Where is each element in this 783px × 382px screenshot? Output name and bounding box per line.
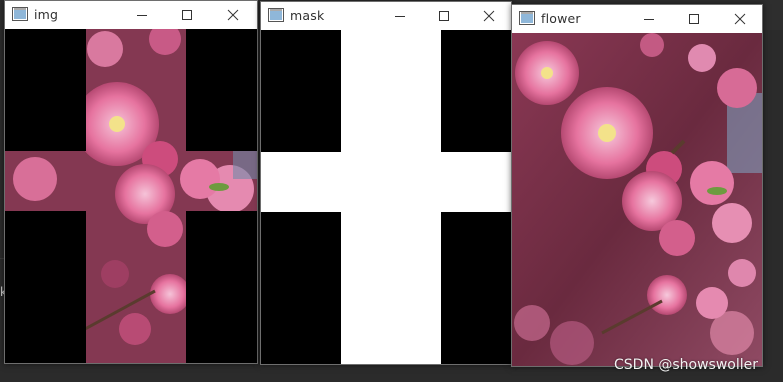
minimize-button[interactable] bbox=[130, 5, 154, 25]
app-image-icon bbox=[519, 11, 535, 25]
image-canvas bbox=[5, 29, 257, 363]
window-title: flower bbox=[541, 11, 581, 26]
masked-flower-image bbox=[5, 29, 257, 363]
minimize-icon bbox=[137, 15, 147, 16]
app-image-icon bbox=[12, 7, 28, 21]
watermark-text: CSDN @showswoller bbox=[614, 357, 759, 373]
image-canvas bbox=[512, 33, 762, 366]
window-title: img bbox=[34, 7, 59, 22]
close-icon bbox=[227, 9, 239, 21]
window-titlebar[interactable]: flower bbox=[512, 5, 762, 33]
minimize-button[interactable] bbox=[388, 6, 412, 26]
maximize-button[interactable] bbox=[432, 6, 456, 26]
flower-photo bbox=[512, 33, 762, 366]
maximize-button[interactable] bbox=[682, 9, 706, 29]
maximize-icon bbox=[182, 10, 192, 20]
minimize-button[interactable] bbox=[637, 9, 661, 29]
close-button[interactable] bbox=[221, 5, 245, 25]
close-button[interactable] bbox=[477, 6, 501, 26]
window-img[interactable]: img bbox=[4, 0, 258, 364]
minimize-icon bbox=[644, 19, 654, 20]
minimize-icon bbox=[395, 16, 405, 17]
window-mask[interactable]: mask bbox=[260, 1, 512, 365]
close-icon bbox=[734, 13, 746, 25]
window-flower[interactable]: flower bbox=[511, 4, 763, 367]
maximize-icon bbox=[439, 11, 449, 21]
maximize-icon bbox=[689, 14, 699, 24]
mask-canvas bbox=[261, 30, 511, 364]
close-icon bbox=[483, 10, 495, 22]
maximize-button[interactable] bbox=[175, 5, 199, 25]
close-button[interactable] bbox=[728, 9, 752, 29]
window-titlebar[interactable]: mask bbox=[261, 2, 511, 30]
cross-mask-image bbox=[261, 30, 511, 364]
app-image-icon bbox=[268, 8, 284, 22]
window-title: mask bbox=[290, 8, 325, 23]
window-titlebar[interactable]: img bbox=[5, 1, 257, 29]
